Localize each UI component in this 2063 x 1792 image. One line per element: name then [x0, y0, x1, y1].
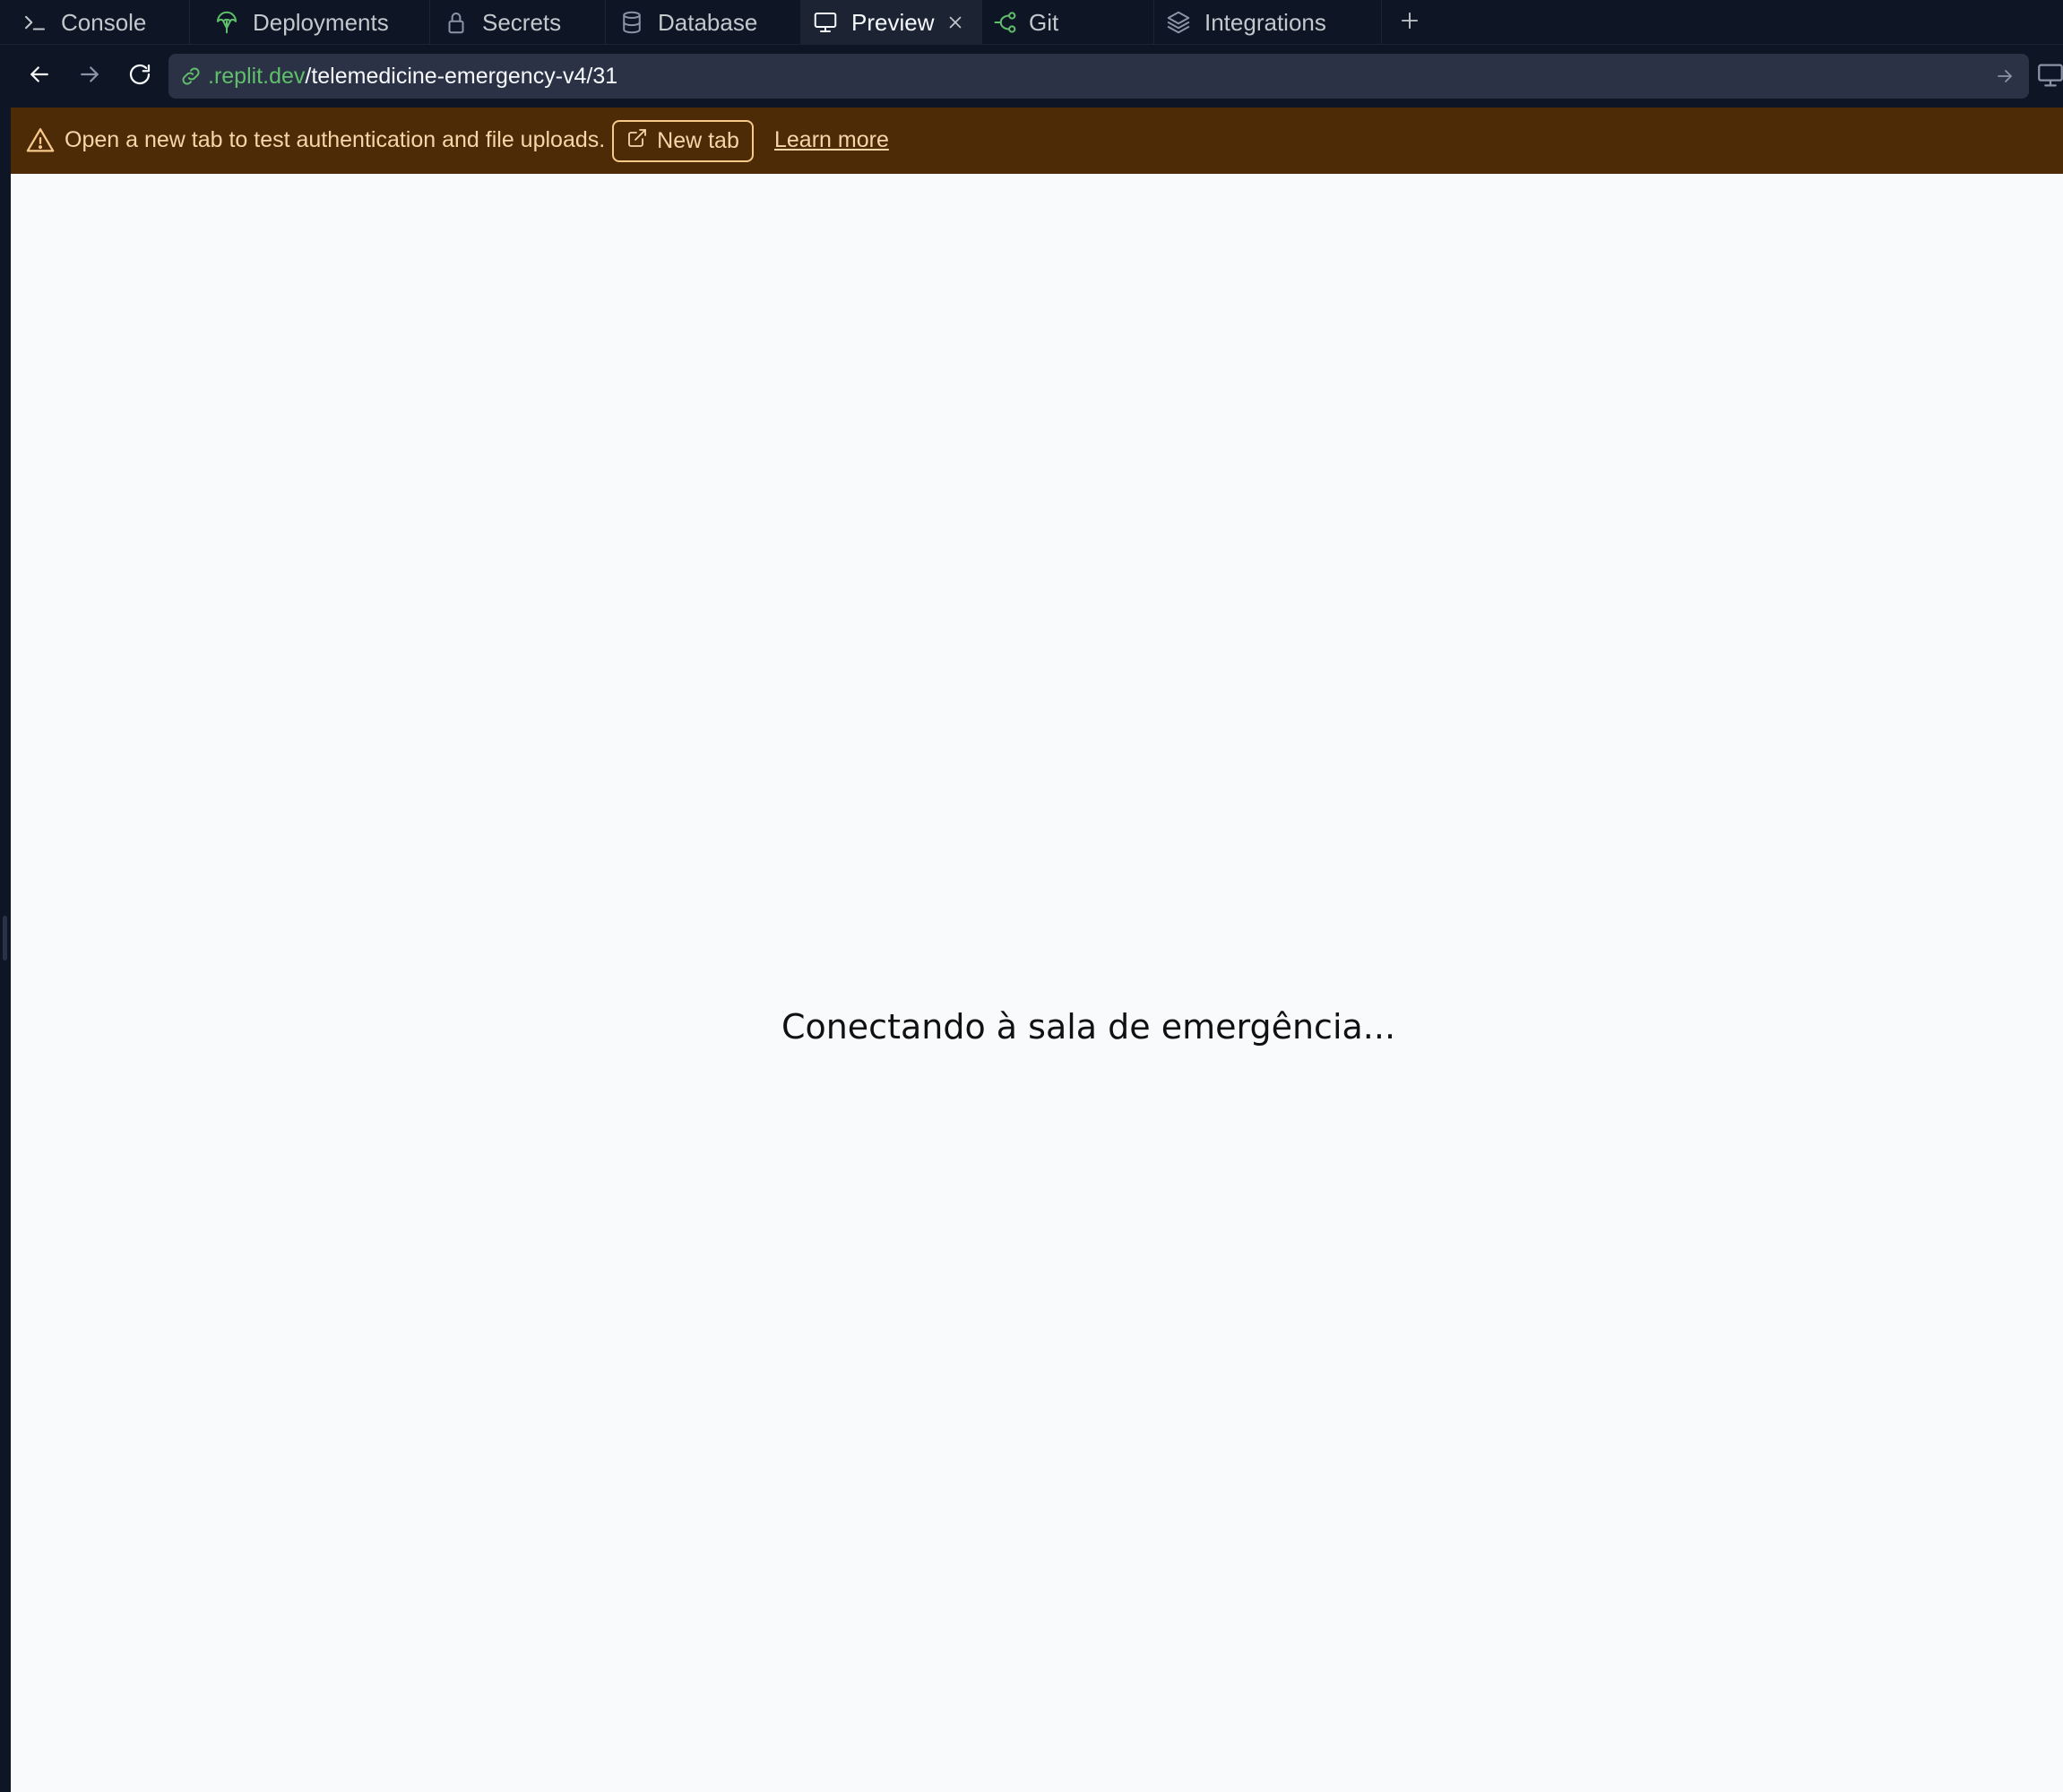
tab-label: Integrations: [1204, 8, 1326, 36]
database-icon: [618, 9, 645, 36]
external-link-icon: [626, 127, 648, 155]
loading-status-text: Conectando à sala de emergência...: [781, 1007, 1396, 1047]
deployments-icon: [213, 9, 240, 36]
warning-banner: Open a new tab to test authentication an…: [11, 108, 2063, 174]
new-tab-label: New tab: [657, 128, 739, 153]
tab-secrets[interactable]: Secrets: [430, 0, 606, 45]
arrow-right-icon: [76, 61, 103, 92]
url-path: /telemedicine-emergency-v4/31: [305, 63, 618, 89]
monitor-icon: [812, 9, 839, 36]
reload-icon: [126, 61, 153, 92]
back-button[interactable]: [20, 56, 59, 96]
plus-icon: [1397, 8, 1422, 38]
console-icon: [22, 9, 48, 36]
lock-icon: [443, 9, 470, 36]
go-button[interactable]: [1991, 63, 2018, 90]
url-input[interactable]: .replit.dev/telemedicine-emergency-v4/31: [168, 54, 2029, 99]
tab-label: Git: [1029, 8, 1059, 36]
learn-more-link[interactable]: Learn more: [774, 127, 889, 153]
monitor-icon: [2035, 60, 2063, 95]
tab-console[interactable]: Console: [0, 0, 190, 45]
tab-database[interactable]: Database: [606, 0, 801, 45]
tab-label: Deployments: [253, 8, 389, 36]
preview-pane: Conectando à sala de emergência...: [11, 174, 2063, 1792]
tab-preview[interactable]: Preview: [801, 0, 982, 45]
forward-button[interactable]: [70, 56, 109, 96]
tab-integrations[interactable]: Integrations: [1154, 0, 1382, 45]
ide-window: Console Deployments Secrets Database Pre: [0, 0, 2063, 1792]
reload-button[interactable]: [120, 56, 160, 96]
banner-message: Open a new tab to test authentication an…: [65, 127, 606, 152]
address-bar: .replit.dev/telemedicine-emergency-v4/31: [11, 45, 2063, 108]
tab-git[interactable]: Git: [982, 0, 1154, 45]
add-tab-button[interactable]: [1389, 2, 1430, 43]
layers-icon: [1165, 9, 1192, 36]
tab-label: Preview: [851, 8, 935, 36]
close-icon[interactable]: [942, 9, 969, 36]
pane-edge: [0, 45, 11, 1792]
resize-handle[interactable]: [3, 916, 7, 961]
arrow-left-icon: [26, 61, 53, 92]
new-tab-button[interactable]: New tab: [612, 120, 754, 162]
tab-label: Console: [61, 8, 147, 36]
tab-deployments[interactable]: Deployments: [190, 0, 430, 45]
arrow-right-icon: [1998, 70, 2012, 82]
tab-label: Database: [658, 8, 758, 36]
warning-icon: [25, 125, 56, 156]
git-icon: [993, 9, 1020, 36]
device-preview-button[interactable]: [2033, 59, 2063, 95]
tab-bar: Console Deployments Secrets Database Pre: [0, 0, 2063, 45]
tab-label: Secrets: [482, 8, 562, 36]
url-domain: .replit.dev: [208, 63, 306, 89]
link-icon: [179, 65, 203, 88]
